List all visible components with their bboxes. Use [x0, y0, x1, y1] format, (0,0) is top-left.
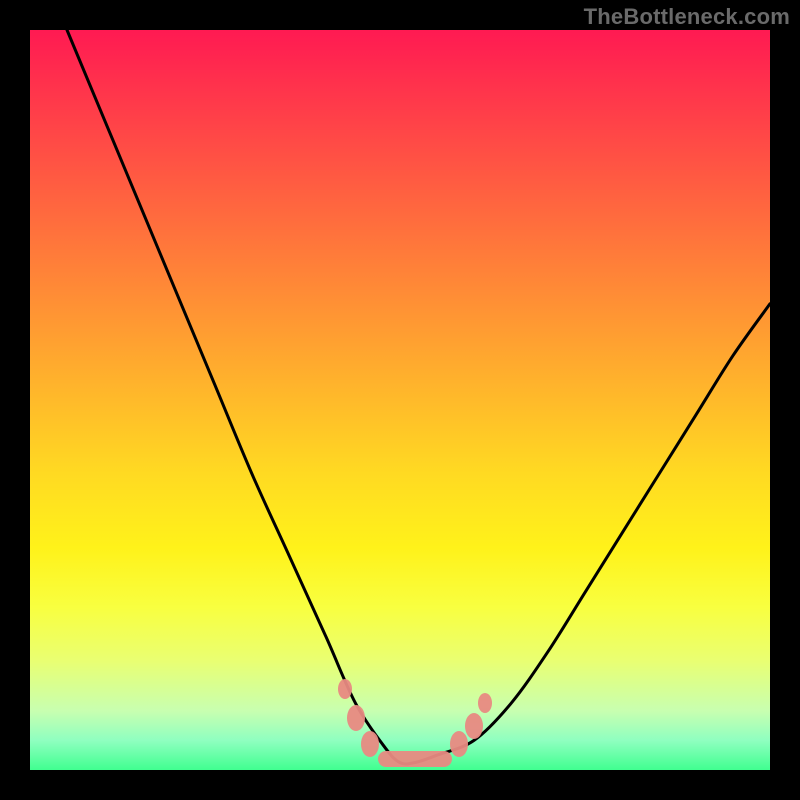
attribution-label: TheBottleneck.com [584, 4, 790, 30]
chart-marker [478, 693, 492, 713]
chart-marker [361, 731, 379, 757]
chart-marker [465, 713, 483, 739]
chart-marker [450, 731, 468, 757]
chart-frame: TheBottleneck.com [0, 0, 800, 800]
chart-marker [338, 679, 352, 699]
chart-valley-floor [378, 751, 452, 767]
bottleneck-curve [67, 30, 770, 764]
chart-marker [347, 705, 365, 731]
chart-curve-svg [30, 30, 770, 770]
